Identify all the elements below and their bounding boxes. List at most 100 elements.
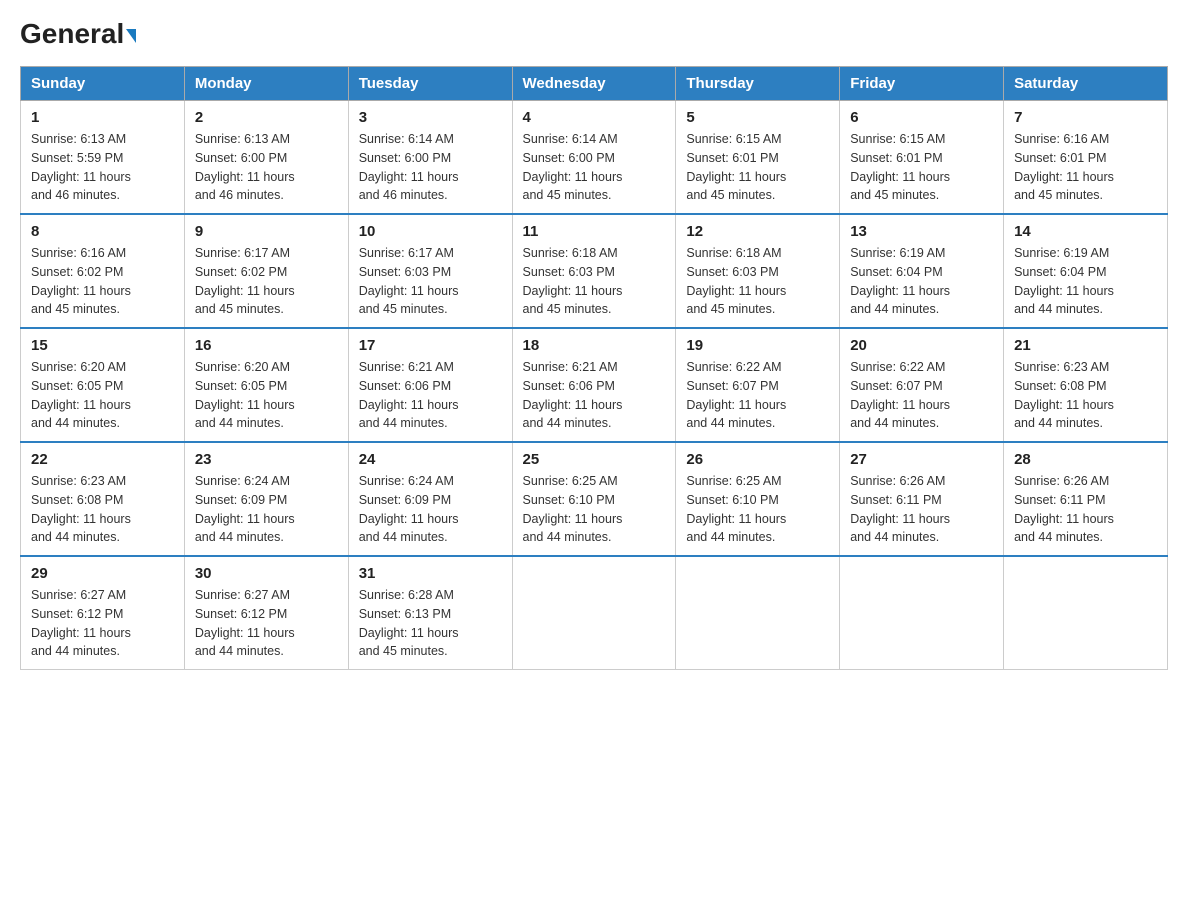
logo-name: General: [20, 18, 136, 49]
day-info: Sunrise: 6:19 AMSunset: 6:04 PMDaylight:…: [850, 244, 993, 319]
calendar-cell: 19 Sunrise: 6:22 AMSunset: 6:07 PMDayligh…: [676, 328, 840, 442]
day-info: Sunrise: 6:18 AMSunset: 6:03 PMDaylight:…: [686, 244, 829, 319]
day-number: 17: [359, 337, 502, 354]
calendar-cell: 23 Sunrise: 6:24 AMSunset: 6:09 PMDayligh…: [184, 442, 348, 556]
calendar-cell: 16 Sunrise: 6:20 AMSunset: 6:05 PMDayligh…: [184, 328, 348, 442]
calendar-cell: 31Sunrise: 6:28 AMSunset: 6:13 PMDayligh…: [348, 556, 512, 670]
day-number: 23: [195, 451, 338, 468]
day-info: Sunrise: 6:13 AMSunset: 5:59 PMDaylight:…: [31, 130, 174, 205]
calendar-cell: 9 Sunrise: 6:17 AMSunset: 6:02 PMDaylight…: [184, 214, 348, 328]
day-info: Sunrise: 6:15 AMSunset: 6:01 PMDaylight:…: [686, 130, 829, 205]
week-row-3: 15Sunrise: 6:20 AMSunset: 6:05 PMDayligh…: [21, 328, 1168, 442]
day-number: 11: [523, 223, 666, 240]
day-info: Sunrise: 6:21 AMSunset: 6:06 PMDaylight:…: [523, 358, 666, 433]
calendar-cell: 13 Sunrise: 6:19 AMSunset: 6:04 PMDayligh…: [840, 214, 1004, 328]
day-number: 7: [1014, 109, 1157, 126]
day-info: Sunrise: 6:13 AMSunset: 6:00 PMDaylight:…: [195, 130, 338, 205]
day-info: Sunrise: 6:17 AMSunset: 6:02 PMDaylight:…: [195, 244, 338, 319]
day-number: 25: [523, 451, 666, 468]
week-row-4: 22 Sunrise: 6:23 AMSunset: 6:08 PMDayligh…: [21, 442, 1168, 556]
day-info: Sunrise: 6:25 AMSunset: 6:10 PMDaylight:…: [686, 472, 829, 547]
day-number: 30: [195, 565, 338, 582]
calendar-cell: 11 Sunrise: 6:18 AMSunset: 6:03 PMDayligh…: [512, 214, 676, 328]
day-info: Sunrise: 6:24 AMSunset: 6:09 PMDaylight:…: [359, 472, 502, 547]
day-info: Sunrise: 6:23 AMSunset: 6:08 PMDaylight:…: [1014, 358, 1157, 433]
logo: General: [20, 20, 136, 46]
calendar-cell: 29 Sunrise: 6:27 AMSunset: 6:12 PMDayligh…: [21, 556, 185, 670]
day-number: 19: [686, 337, 829, 354]
day-number: 5: [686, 109, 829, 126]
calendar-header: SundayMondayTuesdayWednesdayThursdayFrid…: [21, 67, 1168, 101]
calendar-cell: [1004, 556, 1168, 670]
day-info: Sunrise: 6:22 AMSunset: 6:07 PMDaylight:…: [686, 358, 829, 433]
day-info: Sunrise: 6:19 AMSunset: 6:04 PMDaylight:…: [1014, 244, 1157, 319]
day-number: 16: [195, 337, 338, 354]
page-header: General: [20, 20, 1168, 46]
day-info: Sunrise: 6:23 AMSunset: 6:08 PMDaylight:…: [31, 472, 174, 547]
day-number: 22: [31, 451, 174, 468]
day-number: 12: [686, 223, 829, 240]
calendar-cell: 6 Sunrise: 6:15 AMSunset: 6:01 PMDaylight…: [840, 101, 1004, 215]
header-cell-tuesday: Tuesday: [348, 67, 512, 101]
week-row-2: 8Sunrise: 6:16 AMSunset: 6:02 PMDaylight…: [21, 214, 1168, 328]
day-info: Sunrise: 6:18 AMSunset: 6:03 PMDaylight:…: [523, 244, 666, 319]
day-info: Sunrise: 6:26 AMSunset: 6:11 PMDaylight:…: [1014, 472, 1157, 547]
day-info: Sunrise: 6:17 AMSunset: 6:03 PMDaylight:…: [359, 244, 502, 319]
calendar-cell: 21 Sunrise: 6:23 AMSunset: 6:08 PMDayligh…: [1004, 328, 1168, 442]
day-info: Sunrise: 6:20 AMSunset: 6:05 PMDaylight:…: [31, 358, 174, 433]
calendar-cell: 30 Sunrise: 6:27 AMSunset: 6:12 PMDayligh…: [184, 556, 348, 670]
calendar-table: SundayMondayTuesdayWednesdayThursdayFrid…: [20, 66, 1168, 670]
day-info: Sunrise: 6:27 AMSunset: 6:12 PMDaylight:…: [195, 586, 338, 661]
day-number: 28: [1014, 451, 1157, 468]
day-info: Sunrise: 6:25 AMSunset: 6:10 PMDaylight:…: [523, 472, 666, 547]
day-info: Sunrise: 6:16 AMSunset: 6:02 PMDaylight:…: [31, 244, 174, 319]
day-number: 21: [1014, 337, 1157, 354]
calendar-cell: 17Sunrise: 6:21 AMSunset: 6:06 PMDayligh…: [348, 328, 512, 442]
day-info: Sunrise: 6:22 AMSunset: 6:07 PMDaylight:…: [850, 358, 993, 433]
calendar-cell: 18 Sunrise: 6:21 AMSunset: 6:06 PMDayligh…: [512, 328, 676, 442]
week-row-5: 29 Sunrise: 6:27 AMSunset: 6:12 PMDayligh…: [21, 556, 1168, 670]
day-number: 18: [523, 337, 666, 354]
header-cell-friday: Friday: [840, 67, 1004, 101]
day-number: 27: [850, 451, 993, 468]
day-number: 24: [359, 451, 502, 468]
day-info: Sunrise: 6:16 AMSunset: 6:01 PMDaylight:…: [1014, 130, 1157, 205]
header-row: SundayMondayTuesdayWednesdayThursdayFrid…: [21, 67, 1168, 101]
day-info: Sunrise: 6:28 AMSunset: 6:13 PMDaylight:…: [359, 586, 502, 661]
day-info: Sunrise: 6:20 AMSunset: 6:05 PMDaylight:…: [195, 358, 338, 433]
calendar-cell: 22 Sunrise: 6:23 AMSunset: 6:08 PMDayligh…: [21, 442, 185, 556]
calendar-body: 1 Sunrise: 6:13 AMSunset: 5:59 PMDaylight…: [21, 101, 1168, 670]
day-number: 4: [523, 109, 666, 126]
day-number: 6: [850, 109, 993, 126]
calendar-cell: 4Sunrise: 6:14 AMSunset: 6:00 PMDaylight…: [512, 101, 676, 215]
logo-top: General: [20, 20, 136, 48]
day-number: 13: [850, 223, 993, 240]
calendar-cell: 28 Sunrise: 6:26 AMSunset: 6:11 PMDayligh…: [1004, 442, 1168, 556]
day-number: 1: [31, 109, 174, 126]
header-cell-thursday: Thursday: [676, 67, 840, 101]
calendar-cell: 3 Sunrise: 6:14 AMSunset: 6:00 PMDaylight…: [348, 101, 512, 215]
calendar-cell: 5 Sunrise: 6:15 AMSunset: 6:01 PMDaylight…: [676, 101, 840, 215]
day-number: 9: [195, 223, 338, 240]
calendar-cell: 14 Sunrise: 6:19 AMSunset: 6:04 PMDayligh…: [1004, 214, 1168, 328]
calendar-cell: [512, 556, 676, 670]
day-info: Sunrise: 6:26 AMSunset: 6:11 PMDaylight:…: [850, 472, 993, 547]
day-number: 20: [850, 337, 993, 354]
day-number: 3: [359, 109, 502, 126]
week-row-1: 1 Sunrise: 6:13 AMSunset: 5:59 PMDaylight…: [21, 101, 1168, 215]
calendar-cell: 2 Sunrise: 6:13 AMSunset: 6:00 PMDaylight…: [184, 101, 348, 215]
calendar-cell: 1 Sunrise: 6:13 AMSunset: 5:59 PMDaylight…: [21, 101, 185, 215]
header-cell-wednesday: Wednesday: [512, 67, 676, 101]
calendar-cell: [840, 556, 1004, 670]
calendar-cell: 12 Sunrise: 6:18 AMSunset: 6:03 PMDayligh…: [676, 214, 840, 328]
day-info: Sunrise: 6:24 AMSunset: 6:09 PMDaylight:…: [195, 472, 338, 547]
day-info: Sunrise: 6:27 AMSunset: 6:12 PMDaylight:…: [31, 586, 174, 661]
day-number: 14: [1014, 223, 1157, 240]
day-number: 2: [195, 109, 338, 126]
calendar-cell: 25 Sunrise: 6:25 AMSunset: 6:10 PMDayligh…: [512, 442, 676, 556]
day-info: Sunrise: 6:14 AMSunset: 6:00 PMDaylight:…: [359, 130, 502, 205]
day-info: Sunrise: 6:15 AMSunset: 6:01 PMDaylight:…: [850, 130, 993, 205]
day-number: 29: [31, 565, 174, 582]
day-number: 26: [686, 451, 829, 468]
header-cell-monday: Monday: [184, 67, 348, 101]
